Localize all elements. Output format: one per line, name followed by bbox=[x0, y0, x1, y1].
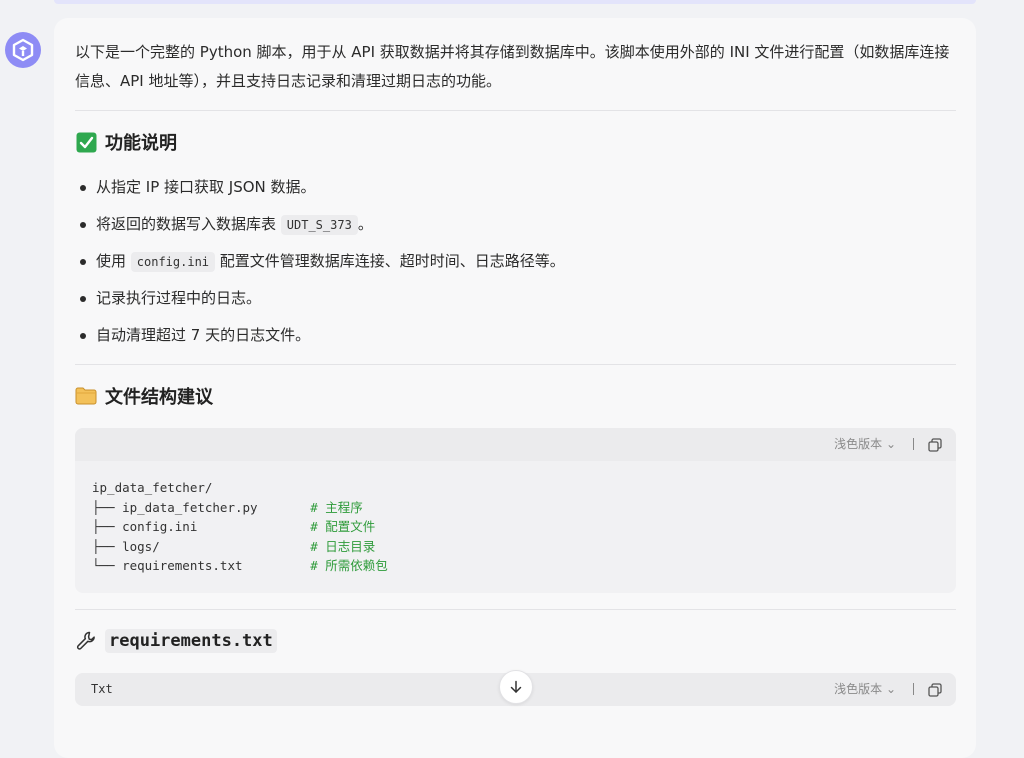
section-heading-features: 功能说明 bbox=[75, 127, 956, 157]
check-box-icon bbox=[75, 131, 97, 153]
divider bbox=[75, 110, 956, 111]
folder-icon bbox=[75, 385, 97, 407]
section-heading-requirements: requirements.txt bbox=[75, 626, 956, 656]
code-content: ip_data_fetcher/ ├── ip_data_fetcher.py … bbox=[92, 480, 388, 573]
assistant-logo-icon bbox=[12, 38, 34, 62]
assistant-message-card: 以下是一个完整的 Python 脚本，用于从 API 获取数据并将其存储到数据库… bbox=[54, 18, 976, 758]
code-language-label: Txt bbox=[91, 681, 113, 696]
copy-icon[interactable] bbox=[928, 438, 942, 452]
scroll-to-bottom-button[interactable] bbox=[499, 670, 533, 704]
divider bbox=[75, 364, 956, 365]
code-block-structure: 浅色版本 ⌄ ip_data_fetcher/ ├── ip_data_fetc… bbox=[75, 428, 956, 593]
section-title: 功能说明 bbox=[105, 133, 177, 154]
assistant-avatar bbox=[5, 32, 41, 68]
divider bbox=[75, 608, 956, 610]
intro-paragraph: 以下是一个完整的 Python 脚本，用于从 API 获取数据并将其存储到数据库… bbox=[75, 43, 950, 90]
section-title: requirements.txt bbox=[105, 628, 277, 653]
chevron-down-icon: ⌄ bbox=[885, 437, 896, 451]
feature-list: 从指定 IP 接口获取 JSON 数据。 将返回的数据写入数据库表 UDT_S_… bbox=[75, 169, 956, 354]
inline-code: config.ini bbox=[130, 252, 216, 272]
section-heading-structure: 文件结构建议 bbox=[75, 381, 956, 411]
theme-dropdown[interactable]: 浅色版本 ⌄ bbox=[834, 673, 896, 706]
previous-message-edge bbox=[54, 0, 976, 4]
separator bbox=[913, 438, 914, 450]
inline-code: UDT_S_373 bbox=[280, 215, 358, 235]
chevron-down-icon: ⌄ bbox=[885, 681, 896, 696]
list-item: 记录执行过程中的日志。 bbox=[75, 280, 956, 317]
list-item: 自动清理超过 7 天的日志文件。 bbox=[75, 317, 956, 354]
theme-dropdown[interactable]: 浅色版本 ⌄ bbox=[834, 428, 896, 461]
arrow-down-icon bbox=[510, 680, 522, 693]
list-item: 从指定 IP 接口获取 JSON 数据。 bbox=[75, 169, 956, 206]
list-item: 将返回的数据写入数据库表 UDT_S_373。 bbox=[75, 206, 956, 243]
separator bbox=[913, 682, 914, 695]
code-block-header: 浅色版本 ⌄ bbox=[75, 428, 956, 461]
wrench-icon bbox=[75, 630, 97, 652]
copy-icon[interactable] bbox=[928, 682, 942, 697]
list-item: 使用 config.ini 配置文件管理数据库连接、超时时间、日志路径等。 bbox=[75, 243, 956, 280]
section-title: 文件结构建议 bbox=[105, 387, 213, 408]
